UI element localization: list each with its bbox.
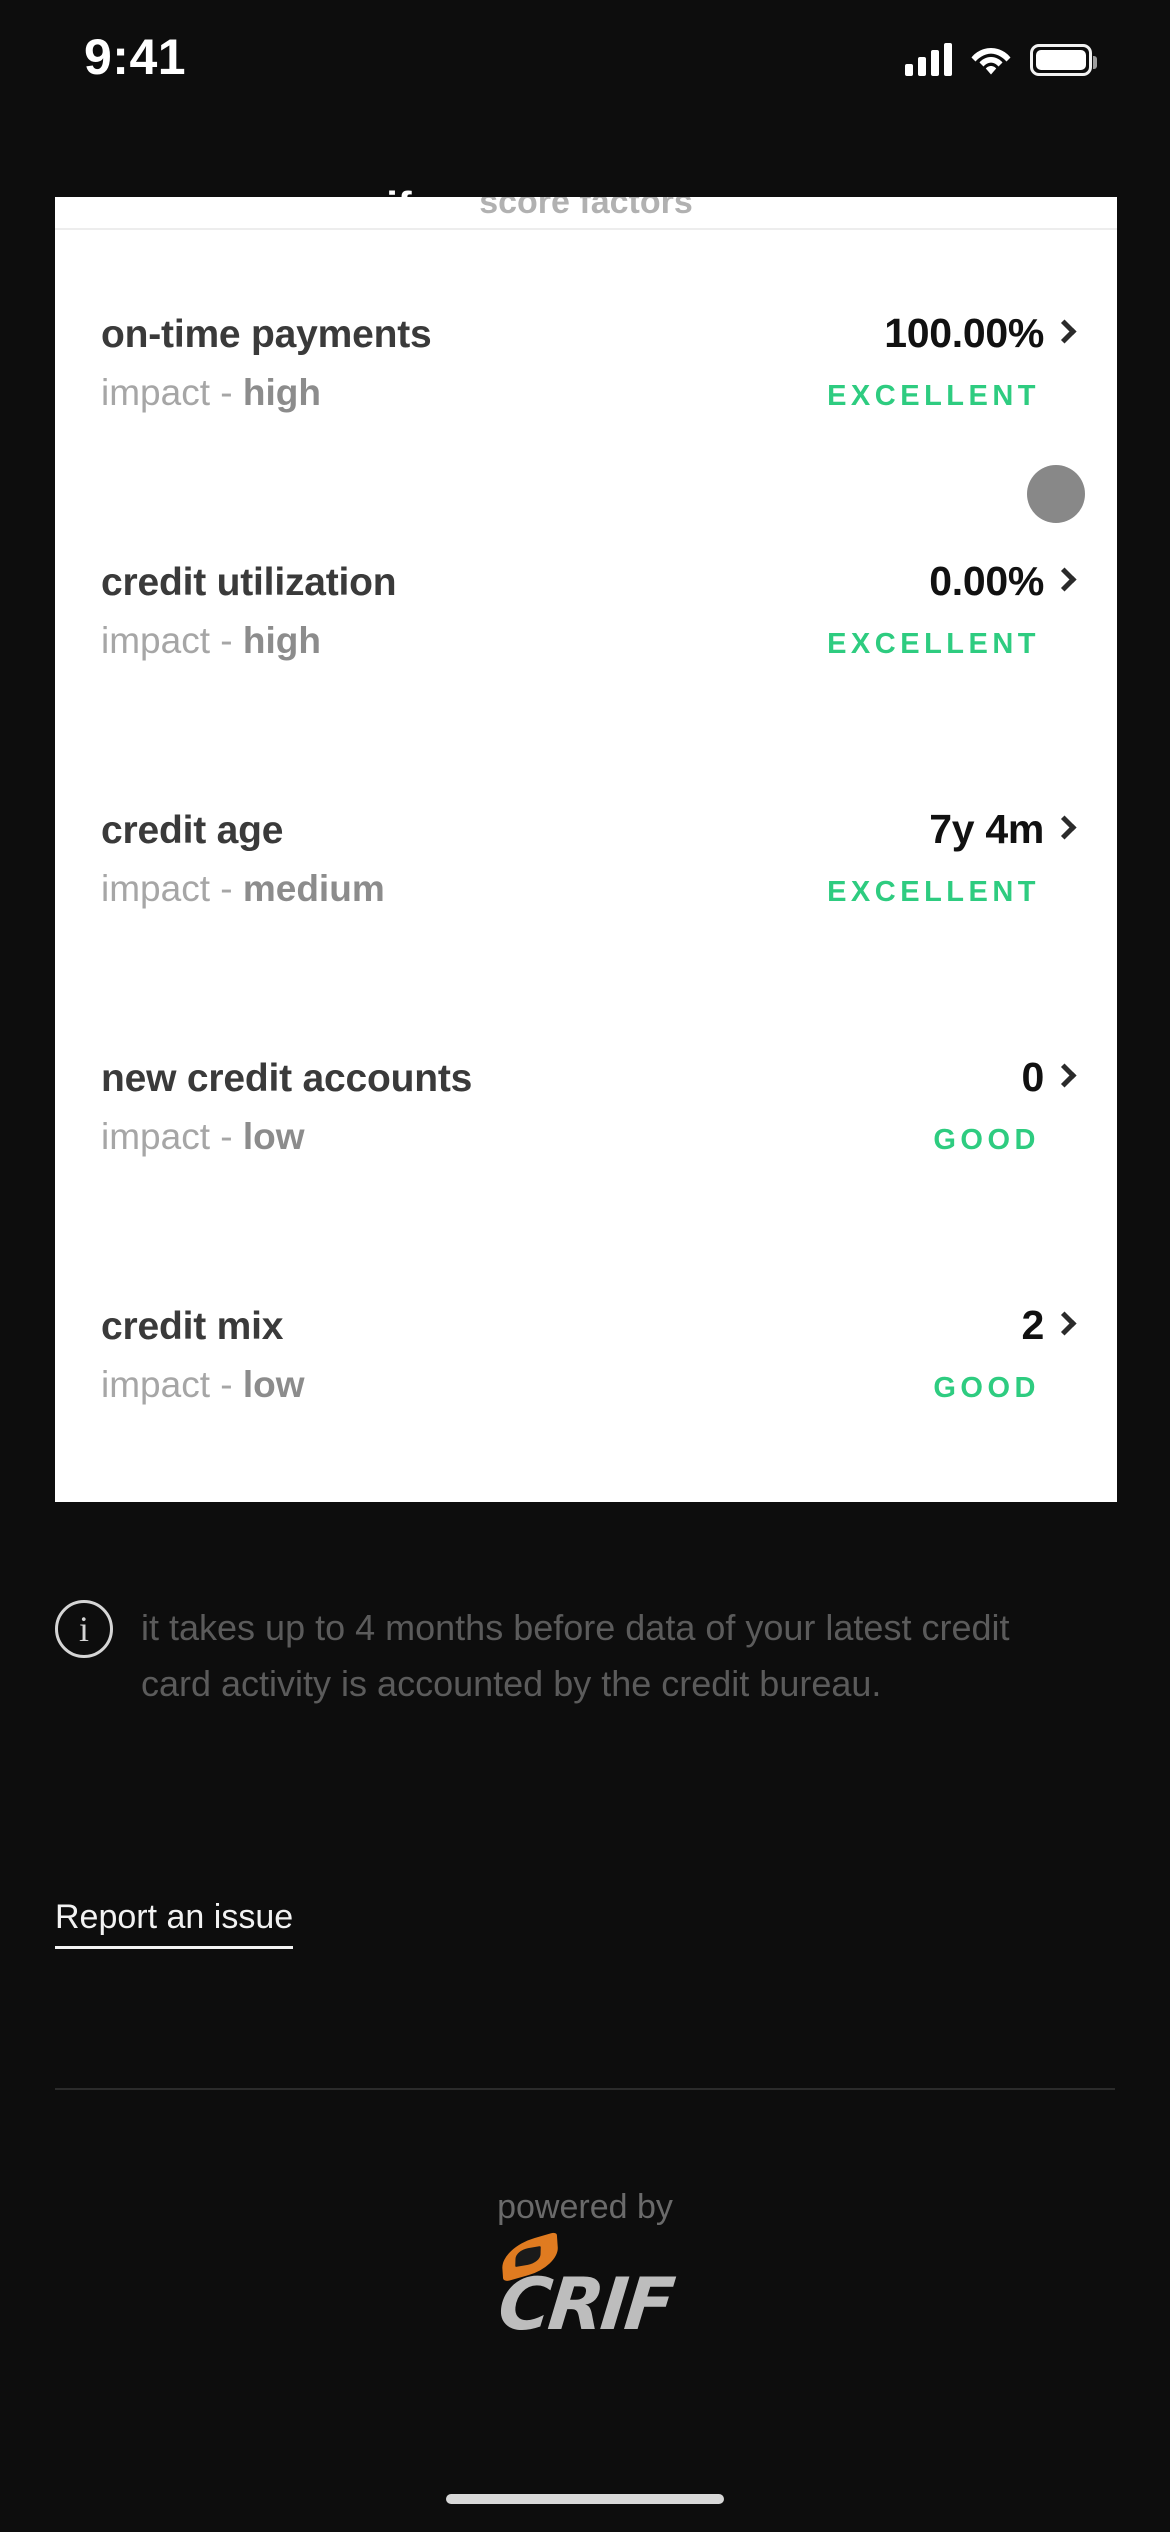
status-bar: 9:41: [0, 0, 1170, 132]
factor-rating-badge: GOOD: [933, 1372, 1040, 1404]
factor-rating-badge: EXCELLENT: [827, 628, 1040, 660]
factor-value-group: 0: [1021, 1054, 1077, 1101]
factor-impact-label: impact -: [101, 620, 243, 661]
factor-rating-badge: EXCELLENT: [827, 380, 1040, 412]
score-factors-card: score factors on-time payments 100.00% i…: [55, 197, 1117, 1502]
factor-list: on-time payments 100.00% impact - high E…: [55, 230, 1117, 1470]
factor-impact-level: high: [242, 372, 321, 413]
factor-impact-level: medium: [242, 868, 385, 909]
factor-row-credit-utilization[interactable]: credit utilization 0.00% impact - high E…: [55, 478, 1117, 726]
factor-name: credit utilization: [101, 561, 397, 604]
chevron-right-icon[interactable]: [1052, 567, 1077, 592]
card-peek-text: score factors: [479, 197, 693, 221]
chevron-right-icon[interactable]: [1052, 815, 1077, 840]
factor-impact-label: impact -: [101, 1116, 243, 1157]
factor-row-top: on-time payments 100.00%: [101, 230, 1077, 357]
crif-wordmark: CRIF: [494, 2262, 676, 2346]
factor-row-bottom: impact - medium EXCELLENT: [101, 868, 1073, 910]
status-indicators: [905, 36, 1097, 76]
factor-impact-label: impact -: [101, 1364, 243, 1405]
factor-impact-label: impact -: [101, 372, 243, 413]
factor-value: 0: [1021, 1054, 1044, 1100]
phone-screen: 9:41 your crif score scor: [0, 0, 1170, 2532]
factor-value-group: 2: [1021, 1302, 1077, 1349]
factor-row-on-time-payments[interactable]: on-time payments 100.00% impact - high E…: [55, 230, 1117, 478]
factor-row-top: credit mix 2: [101, 1222, 1077, 1349]
factor-row-top: credit age 7y 4m: [101, 726, 1077, 853]
factor-impact: impact - low: [101, 1116, 305, 1158]
chevron-right-icon[interactable]: [1052, 1063, 1077, 1088]
battery-icon: [1030, 44, 1097, 76]
factor-impact: impact - medium: [101, 868, 385, 910]
info-circle-icon: i: [55, 1600, 113, 1658]
factor-value: 0.00%: [929, 558, 1044, 604]
factor-impact-label: impact -: [101, 868, 243, 909]
powered-by-label: powered by: [497, 2188, 673, 2226]
factor-row-bottom: impact - high EXCELLENT: [101, 620, 1073, 662]
factor-value: 100.00%: [884, 310, 1044, 356]
factor-name: on-time payments: [101, 313, 432, 356]
cellular-signal-icon: [905, 42, 952, 76]
factor-impact: impact - low: [101, 1364, 305, 1406]
chevron-right-icon[interactable]: [1052, 319, 1077, 344]
factor-value: 7y 4m: [929, 806, 1044, 852]
factor-name: new credit accounts: [101, 1057, 473, 1100]
factor-impact-level: high: [242, 620, 321, 661]
info-note: i it takes up to 4 months before data of…: [55, 1600, 1115, 1712]
wifi-icon: [970, 42, 1012, 76]
factor-name: credit age: [101, 809, 284, 852]
info-note-text: it takes up to 4 months before data of y…: [141, 1607, 1010, 1704]
factor-row-bottom: impact - high EXCELLENT: [101, 372, 1073, 414]
factor-impact-level: low: [242, 1364, 305, 1405]
factor-value-group: 7y 4m: [929, 806, 1077, 853]
report-an-issue-link[interactable]: Report an issue: [55, 1898, 294, 1949]
factor-row-credit-mix[interactable]: credit mix 2 impact - low GOOD: [55, 1222, 1117, 1470]
factor-value-group: 0.00%: [929, 558, 1077, 605]
factor-impact: impact - high: [101, 372, 321, 414]
chevron-right-icon[interactable]: [1052, 1311, 1077, 1336]
factor-row-bottom: impact - low GOOD: [101, 1364, 1073, 1406]
factor-row-bottom: impact - low GOOD: [101, 1116, 1073, 1158]
factor-name: credit mix: [101, 1305, 284, 1348]
factor-row-credit-age[interactable]: credit age 7y 4m impact - medium EXCELLE…: [55, 726, 1117, 974]
factor-value-group: 100.00%: [884, 310, 1077, 357]
factor-value: 2: [1021, 1302, 1044, 1348]
status-time: 9:41: [84, 29, 187, 85]
home-indicator[interactable]: [446, 2494, 724, 2504]
factor-rating-badge: GOOD: [933, 1124, 1040, 1156]
factor-impact: impact - high: [101, 620, 321, 662]
factor-impact-level: low: [242, 1116, 305, 1157]
factor-row-top: credit utilization 0.00%: [101, 478, 1077, 605]
factor-rating-badge: EXCELLENT: [827, 876, 1040, 908]
factor-row-new-credit-accounts[interactable]: new credit accounts 0 impact - low GOOD: [55, 974, 1117, 1222]
footer-divider: [55, 2088, 1115, 2090]
factor-row-top: new credit accounts 0: [101, 974, 1077, 1101]
crif-logo-icon: CRIF: [0, 2231, 1170, 2372]
